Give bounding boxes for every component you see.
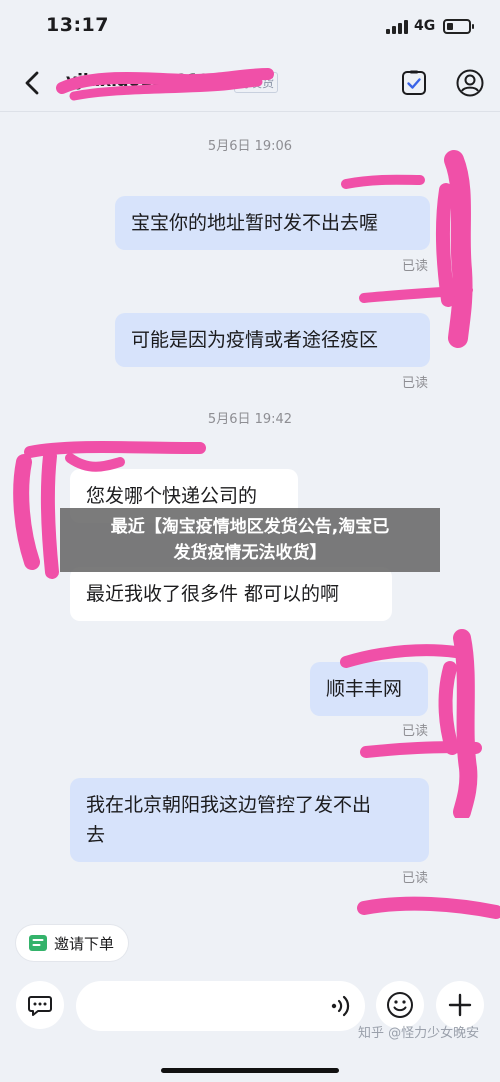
headline-line: 发货疫情无法收货】	[173, 543, 327, 563]
chat-header: yjiaxiao1a8011 待发货	[0, 56, 500, 112]
signal-icon	[386, 20, 408, 34]
input-bar: 知乎 @怪力少女晚安	[0, 972, 500, 1082]
read-receipt: 已读	[402, 871, 429, 886]
chat-bubble-icon	[28, 996, 52, 1016]
quick-reply-button[interactable]	[16, 981, 64, 1029]
network-type: 4G	[414, 18, 436, 34]
message-line: 去	[86, 824, 106, 846]
profile-icon[interactable]	[456, 69, 484, 97]
message-bubble-outgoing[interactable]: 宝宝你的地址暂时发不出去喔	[115, 196, 430, 250]
battery-level	[447, 23, 453, 30]
message-input[interactable]	[76, 981, 365, 1031]
order-check-icon[interactable]	[401, 70, 427, 96]
headline-overlay: 最近【淘宝疫情地区发货公告,淘宝已 发货疫情无法收货】	[60, 508, 440, 572]
watermark: 知乎 @怪力少女晚安	[358, 1026, 480, 1041]
read-receipt: 已读	[402, 259, 429, 274]
home-indicator[interactable]	[161, 1068, 339, 1073]
message-timestamp: 5月6日 19:06	[207, 139, 293, 154]
message-bubble-outgoing[interactable]: 可能是因为疫情或者途径疫区	[115, 313, 430, 367]
message-bubble-outgoing[interactable]: 顺丰丰网	[310, 662, 428, 716]
voice-icon[interactable]	[330, 994, 352, 1018]
battery-icon	[443, 19, 474, 34]
message-bubble-outgoing[interactable]: 我在北京朝阳我这边管控了发不出 去	[70, 778, 429, 862]
contact-name[interactable]: yjiaxiao1a8011	[66, 71, 226, 91]
redaction-scribble	[357, 896, 500, 919]
status-time: 13:17	[46, 14, 109, 36]
invite-icon	[29, 935, 47, 951]
message-timestamp: 5月6日 19:42	[207, 412, 293, 427]
invite-order-button[interactable]: 邀请下单	[16, 925, 129, 961]
plus-icon	[448, 993, 472, 1017]
status-bar: 13:17 4G	[0, 0, 500, 56]
read-receipt: 已读	[402, 376, 429, 391]
back-arrow-icon[interactable]	[20, 70, 44, 96]
message-bubble-incoming[interactable]: 最近我收了很多件 都可以的啊	[70, 567, 392, 621]
order-status-tag: 待发货	[234, 72, 279, 93]
invite-order-label: 邀请下单	[54, 934, 115, 953]
message-line: 我在北京朝阳我这边管控了发不出	[86, 794, 372, 816]
smile-icon	[387, 992, 413, 1018]
read-receipt: 已读	[402, 724, 429, 739]
headline-line: 最近【淘宝疫情地区发货公告,淘宝已	[110, 517, 390, 537]
